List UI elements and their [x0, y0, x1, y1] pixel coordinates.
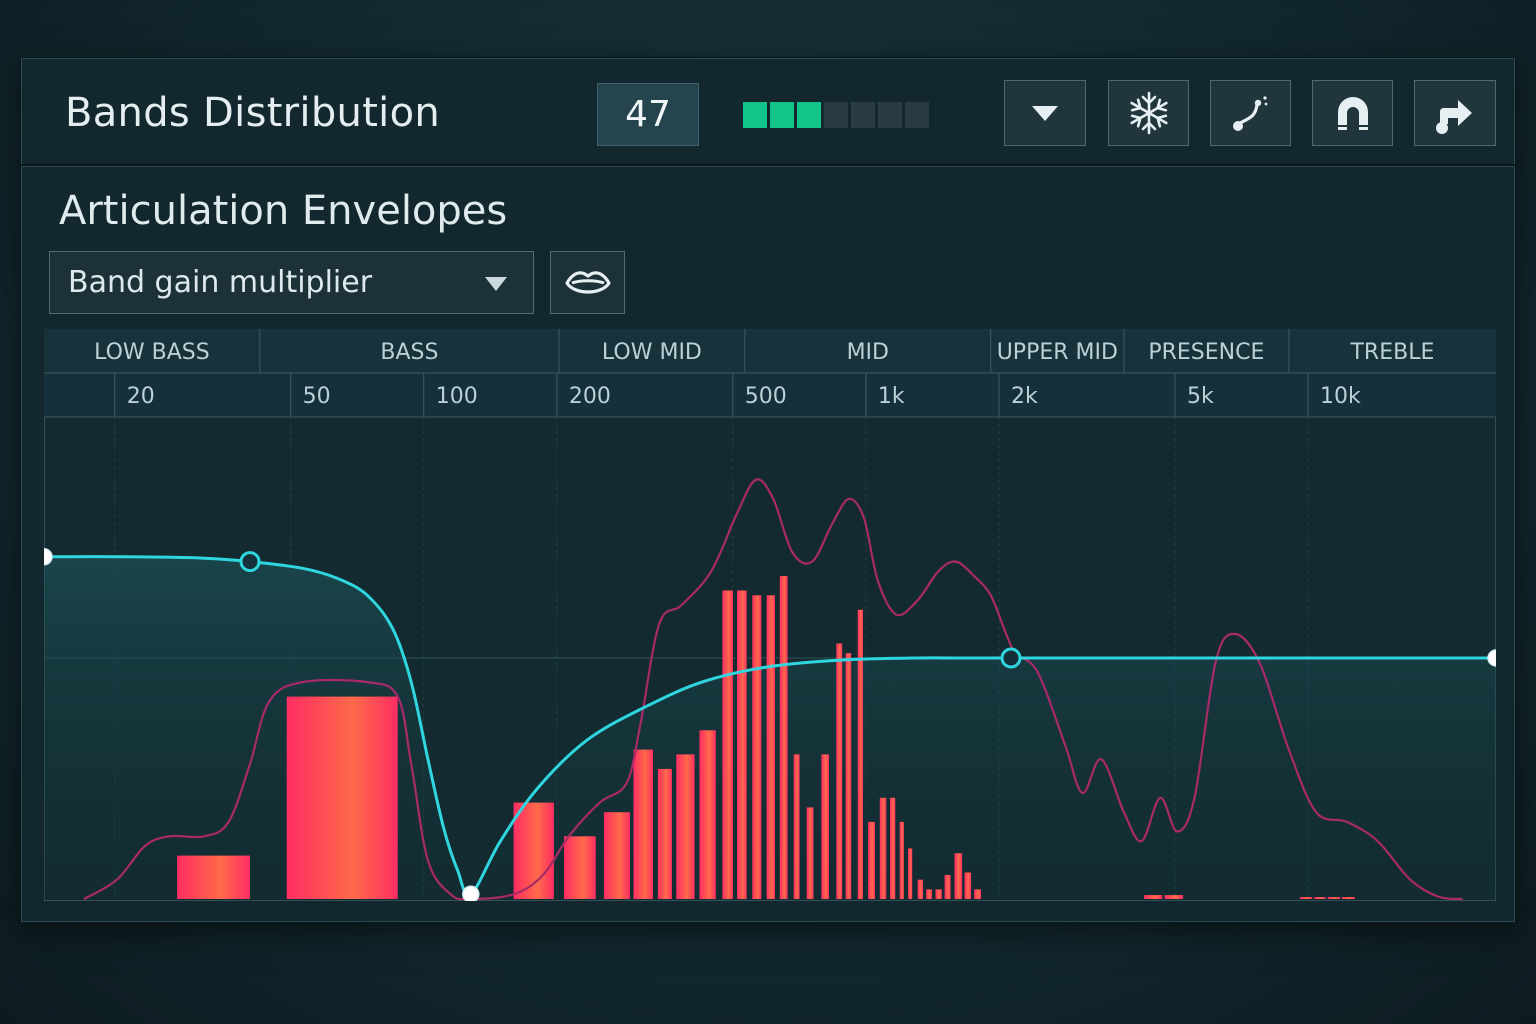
meter-segment: [851, 102, 875, 128]
band-bar: [954, 853, 963, 899]
meter-segment: [770, 102, 794, 128]
band-label: BASS: [380, 340, 438, 365]
meter-segment: [905, 102, 929, 128]
band-label: LOW MID: [602, 340, 702, 365]
band-bar: [737, 590, 747, 899]
band-bar: [1299, 897, 1313, 899]
frequency-tick-label: 50: [303, 384, 331, 409]
band-label: TREBLE: [1349, 340, 1434, 365]
band-bar: [821, 754, 829, 899]
magnet-snap-button[interactable]: [1312, 80, 1393, 146]
band-bar: [699, 730, 716, 899]
band-bar: [633, 749, 653, 899]
band-bar: [1327, 897, 1341, 899]
snowflake-icon: [1126, 91, 1171, 135]
parameter-dropdown-value: Band gain multiplier: [68, 265, 373, 300]
frequency-tick-label: 500: [745, 384, 787, 409]
band-bar: [868, 821, 875, 899]
band-bar: [793, 754, 800, 899]
band-bar: [722, 590, 733, 899]
export-arrow-icon: [1436, 100, 1472, 134]
band-label: LOW BASS: [94, 340, 210, 365]
band-bar: [766, 595, 775, 899]
band-label: PRESENCE: [1148, 340, 1264, 365]
band-bar: [779, 576, 788, 899]
band-bar: [890, 797, 896, 899]
band-chart-svg[interactable]: LOW BASS BASS LOW MID MID UPPER MID PRESENCE T…: [44, 329, 1496, 901]
band-label: MID: [847, 340, 889, 365]
band-bar: [917, 879, 924, 899]
band-bar: [935, 889, 942, 899]
band-bar: [1314, 897, 1326, 899]
frequency-tick-label: 5k: [1187, 384, 1214, 409]
band-bar: [1144, 895, 1163, 899]
lips-icon: [564, 270, 611, 294]
band-bar: [836, 643, 843, 899]
frequency-tick-label: 2k: [1011, 384, 1038, 409]
band-count-display[interactable]: 47: [597, 83, 699, 146]
parameter-dropdown[interactable]: Band gain multiplier: [49, 251, 534, 314]
freeze-button[interactable]: [1108, 80, 1189, 146]
meter-segment: [878, 102, 902, 128]
frequency-tick-label: 20: [127, 384, 155, 409]
band-bar: [177, 855, 250, 899]
meter-segment: [797, 102, 821, 128]
band-header-row: [44, 329, 1496, 373]
band-bar: [926, 889, 932, 899]
band-label: UPPER MID: [997, 340, 1118, 365]
band-bar: [564, 836, 596, 899]
curve-tool-button[interactable]: [1210, 80, 1291, 146]
frequency-tick-label: 100: [436, 384, 478, 409]
band-bar: [944, 874, 951, 899]
envelope-control-point[interactable]: [1000, 647, 1022, 669]
section-title: Articulation Envelopes: [59, 188, 508, 234]
articulation-preview-button[interactable]: [550, 251, 625, 314]
toolbar: Bands Distribution 47: [21, 58, 1515, 166]
band-bar: [908, 848, 913, 899]
chevron-down-icon: [1032, 106, 1058, 121]
chevron-down-icon: [485, 277, 507, 291]
band-bar: [857, 609, 863, 899]
band-bar: [899, 821, 904, 899]
band-bar: [1341, 897, 1355, 899]
band-bar: [1164, 895, 1184, 899]
band-bar: [845, 653, 852, 899]
magnet-icon: [1337, 97, 1368, 130]
export-button[interactable]: [1414, 80, 1496, 146]
band-bar: [974, 889, 981, 899]
band-bar: [752, 595, 762, 899]
envelope-control-point[interactable]: [239, 551, 261, 573]
band-bar: [603, 812, 630, 899]
meter-segment: [824, 102, 848, 128]
frequency-tick-label: 200: [569, 384, 611, 409]
meter-segment: [743, 102, 767, 128]
band-bar: [879, 797, 887, 899]
frequency-tick-label: 1k: [878, 384, 905, 409]
dropdown-menu-button[interactable]: [1004, 80, 1086, 146]
curve-tool-icon: [1232, 96, 1267, 131]
band-bar: [806, 807, 814, 899]
band-bar: [676, 754, 695, 899]
band-bar: [964, 872, 972, 899]
level-meter: [743, 102, 929, 128]
bands-panel: Bands Distribution 47 Articulation Envel…: [20, 57, 1516, 923]
band-bar: [657, 768, 672, 899]
band-chart[interactable]: LOW BASS BASS LOW MID MID UPPER MID PRESENCE T…: [44, 329, 1496, 901]
band-bar: [286, 696, 398, 899]
envelope-control-point[interactable]: [462, 885, 480, 901]
frequency-tick-label: 10k: [1320, 384, 1361, 409]
app-title: Bands Distribution: [65, 90, 441, 136]
